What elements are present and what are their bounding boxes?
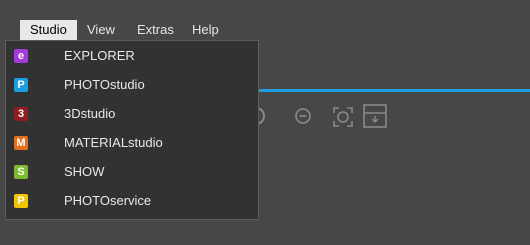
photoservice-badge-icon: P [14,194,28,208]
toolbar-area [258,60,530,89]
menu-extras[interactable]: Extras [137,20,174,40]
menu-bar: Studio View Extras Help [0,0,530,40]
menu-item-explorer[interactable]: e EXPLORER [6,44,258,70]
explorer-badge-icon: e [14,49,28,63]
menu-item-label: PHOTOstudio [64,77,145,92]
3dstudio-badge-icon: 3 [14,107,28,121]
menu-item-photostudio[interactable]: P PHOTOstudio [6,73,258,99]
menu-item-show[interactable]: S SHOW [6,160,258,186]
studio-dropdown-menu: e EXPLORER P PHOTOstudio 3 3Dstudio M MA… [5,40,259,220]
menu-item-photoservice[interactable]: P PHOTOservice [6,189,258,215]
show-badge-icon: S [14,165,28,179]
menu-item-label: SHOW [64,164,105,179]
fit-view-icon[interactable] [332,106,354,128]
menu-item-label: EXPLORER [64,48,135,63]
menu-item-label: 3Dstudio [64,106,116,121]
materialstudio-badge-icon: M [14,136,28,150]
panel-icon[interactable] [363,104,387,128]
menu-item-materialstudio[interactable]: M MATERIALstudio [6,131,258,157]
menu-item-label: MATERIALstudio [64,135,163,150]
menu-item-label: PHOTOservice [64,193,152,208]
menu-studio[interactable]: Studio [20,20,77,40]
minus-circle-icon[interactable] [294,107,312,125]
photostudio-badge-icon: P [14,78,28,92]
menu-view[interactable]: View [87,20,115,40]
menu-help[interactable]: Help [192,20,219,40]
menu-item-3dstudio[interactable]: 3 3Dstudio [6,102,258,128]
accent-line [258,89,530,92]
